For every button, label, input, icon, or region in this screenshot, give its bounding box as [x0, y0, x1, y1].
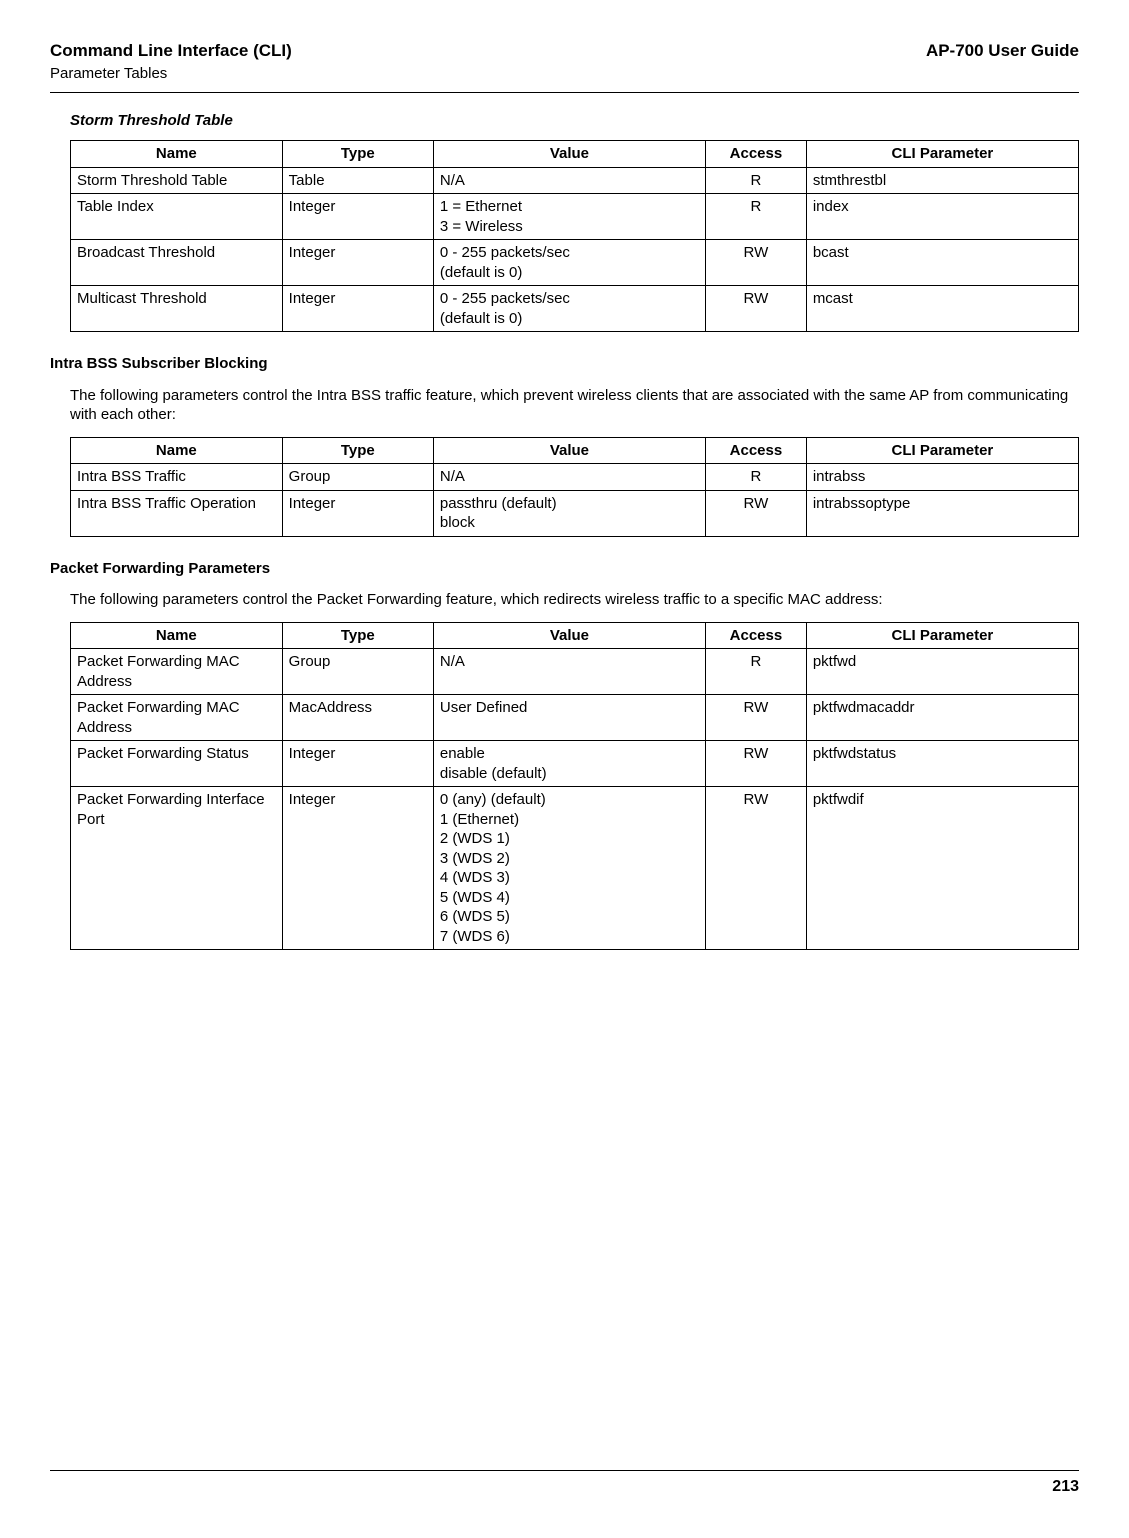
- col-type: Type: [282, 437, 433, 464]
- table-row: Packet Forwarding StatusIntegerenable di…: [71, 741, 1079, 787]
- cell-type: Integer: [282, 286, 433, 332]
- cell-access: R: [706, 464, 807, 491]
- cell-access: RW: [706, 240, 807, 286]
- col-name: Name: [71, 141, 283, 168]
- cell-access: R: [706, 194, 807, 240]
- cell-cli: stmthrestbl: [806, 167, 1078, 194]
- cell-name: Intra BSS Traffic: [71, 464, 283, 491]
- cell-name: Table Index: [71, 194, 283, 240]
- cell-access: RW: [706, 741, 807, 787]
- col-name: Name: [71, 437, 283, 464]
- cell-value: 0 - 255 packets/sec (default is 0): [433, 240, 705, 286]
- table-row: Packet Forwarding Interface PortInteger0…: [71, 787, 1079, 950]
- cell-name: Storm Threshold Table: [71, 167, 283, 194]
- cell-value: N/A: [433, 649, 705, 695]
- cell-type: Group: [282, 464, 433, 491]
- cell-cli: index: [806, 194, 1078, 240]
- table-header-row: Name Type Value Access CLI Parameter: [71, 141, 1079, 168]
- cell-access: RW: [706, 490, 807, 536]
- cell-name: Packet Forwarding MAC Address: [71, 695, 283, 741]
- intra-tbody: Intra BSS TrafficGroupN/ARintrabssIntra …: [71, 464, 1079, 537]
- col-cli: CLI Parameter: [806, 141, 1078, 168]
- intra-table: Name Type Value Access CLI Parameter Int…: [70, 437, 1079, 537]
- cell-access: R: [706, 167, 807, 194]
- storm-table: Name Type Value Access CLI Parameter Sto…: [70, 140, 1079, 332]
- col-type: Type: [282, 141, 433, 168]
- page-header: Command Line Interface (CLI) Parameter T…: [50, 40, 1079, 84]
- cell-value: enable disable (default): [433, 741, 705, 787]
- cell-name: Intra BSS Traffic Operation: [71, 490, 283, 536]
- cell-value: 0 (any) (default) 1 (Ethernet) 2 (WDS 1)…: [433, 787, 705, 950]
- cell-cli: mcast: [806, 286, 1078, 332]
- cell-type: Table: [282, 167, 433, 194]
- cell-access: R: [706, 649, 807, 695]
- table-header-row: Name Type Value Access CLI Parameter: [71, 622, 1079, 649]
- cell-value: User Defined: [433, 695, 705, 741]
- table-row: Broadcast ThresholdInteger0 - 255 packet…: [71, 240, 1079, 286]
- header-left: Command Line Interface (CLI) Parameter T…: [50, 40, 292, 84]
- cell-type: Integer: [282, 741, 433, 787]
- col-value: Value: [433, 141, 705, 168]
- table-row: Storm Threshold TableTableN/ARstmthrestb…: [71, 167, 1079, 194]
- col-type: Type: [282, 622, 433, 649]
- pktfwd-tbody: Packet Forwarding MAC AddressGroupN/ARpk…: [71, 649, 1079, 950]
- col-access: Access: [706, 622, 807, 649]
- cell-name: Packet Forwarding Interface Port: [71, 787, 283, 950]
- cell-cli: intrabss: [806, 464, 1078, 491]
- cell-name: Packet Forwarding Status: [71, 741, 283, 787]
- col-name: Name: [71, 622, 283, 649]
- cell-type: Group: [282, 649, 433, 695]
- cell-value: 0 - 255 packets/sec (default is 0): [433, 286, 705, 332]
- intra-text: The following parameters control the Int…: [70, 386, 1079, 425]
- cell-type: MacAddress: [282, 695, 433, 741]
- table-row: Packet Forwarding MAC AddressGroupN/ARpk…: [71, 649, 1079, 695]
- intra-heading: Intra BSS Subscriber Blocking: [50, 354, 1079, 374]
- cell-value: N/A: [433, 167, 705, 194]
- page-number: 213: [1052, 1478, 1079, 1495]
- cell-name: Broadcast Threshold: [71, 240, 283, 286]
- cell-cli: pktfwdif: [806, 787, 1078, 950]
- cell-name: Multicast Threshold: [71, 286, 283, 332]
- cell-cli: intrabssoptype: [806, 490, 1078, 536]
- cell-type: Integer: [282, 194, 433, 240]
- cell-access: RW: [706, 787, 807, 950]
- header-subtitle: Parameter Tables: [50, 64, 292, 84]
- cell-name: Packet Forwarding MAC Address: [71, 649, 283, 695]
- cell-access: RW: [706, 286, 807, 332]
- table-row: Multicast ThresholdInteger0 - 255 packet…: [71, 286, 1079, 332]
- cell-cli: pktfwdstatus: [806, 741, 1078, 787]
- header-title: Command Line Interface (CLI): [50, 40, 292, 62]
- table-header-row: Name Type Value Access CLI Parameter: [71, 437, 1079, 464]
- page-footer: 213: [50, 1470, 1079, 1498]
- cell-value: N/A: [433, 464, 705, 491]
- col-access: Access: [706, 141, 807, 168]
- cell-cli: pktfwdmacaddr: [806, 695, 1078, 741]
- cell-type: Integer: [282, 240, 433, 286]
- cell-value: 1 = Ethernet 3 = Wireless: [433, 194, 705, 240]
- cell-cli: bcast: [806, 240, 1078, 286]
- cell-type: Integer: [282, 490, 433, 536]
- storm-tbody: Storm Threshold TableTableN/ARstmthrestb…: [71, 167, 1079, 332]
- header-right: AP-700 User Guide: [926, 40, 1079, 84]
- pktfwd-heading: Packet Forwarding Parameters: [50, 559, 1079, 579]
- cell-access: RW: [706, 695, 807, 741]
- cell-type: Integer: [282, 787, 433, 950]
- pktfwd-table: Name Type Value Access CLI Parameter Pac…: [70, 622, 1079, 951]
- col-value: Value: [433, 437, 705, 464]
- storm-title: Storm Threshold Table: [70, 111, 1079, 131]
- col-value: Value: [433, 622, 705, 649]
- col-access: Access: [706, 437, 807, 464]
- header-rule: [50, 92, 1079, 93]
- table-row: Intra BSS Traffic OperationIntegerpassth…: [71, 490, 1079, 536]
- cell-value: passthru (default) block: [433, 490, 705, 536]
- table-row: Table IndexInteger1 = Ethernet 3 = Wirel…: [71, 194, 1079, 240]
- table-row: Packet Forwarding MAC AddressMacAddressU…: [71, 695, 1079, 741]
- col-cli: CLI Parameter: [806, 622, 1078, 649]
- table-row: Intra BSS TrafficGroupN/ARintrabss: [71, 464, 1079, 491]
- cell-cli: pktfwd: [806, 649, 1078, 695]
- col-cli: CLI Parameter: [806, 437, 1078, 464]
- pktfwd-text: The following parameters control the Pac…: [70, 590, 1079, 610]
